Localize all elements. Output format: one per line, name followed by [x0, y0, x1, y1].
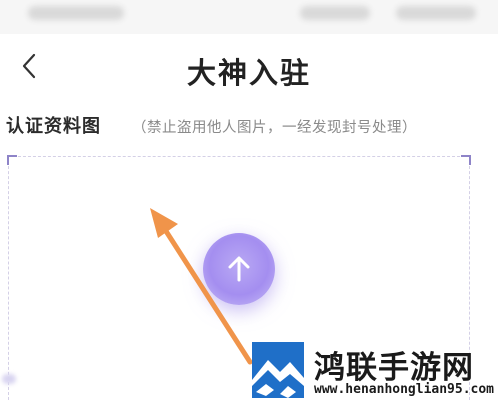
corner-marker — [7, 155, 17, 165]
watermark: 鸿联手游网 www.henanhonglian95.com — [250, 340, 498, 400]
status-bar — [0, 0, 498, 34]
status-battery-indicators — [396, 6, 476, 20]
status-left-indicators — [28, 6, 124, 20]
nav-header: 大神入驻 — [0, 34, 498, 104]
section-label: 认证资料图 — [6, 116, 101, 137]
corner-marker — [461, 155, 471, 165]
section-hint: （禁止盗用他人图片，一经发现封号处理） — [132, 120, 417, 136]
page-title: 大神入驻 — [186, 56, 311, 90]
status-signal-indicators — [300, 6, 370, 20]
watermark-title: 鸿联手游网 — [314, 350, 474, 386]
arrow-up-icon — [228, 256, 250, 282]
watermark-url: www.henanhonglian95.com — [314, 382, 495, 397]
decorative-blob — [2, 374, 16, 384]
upload-button[interactable] — [203, 233, 275, 305]
site-logo-icon — [252, 342, 304, 398]
